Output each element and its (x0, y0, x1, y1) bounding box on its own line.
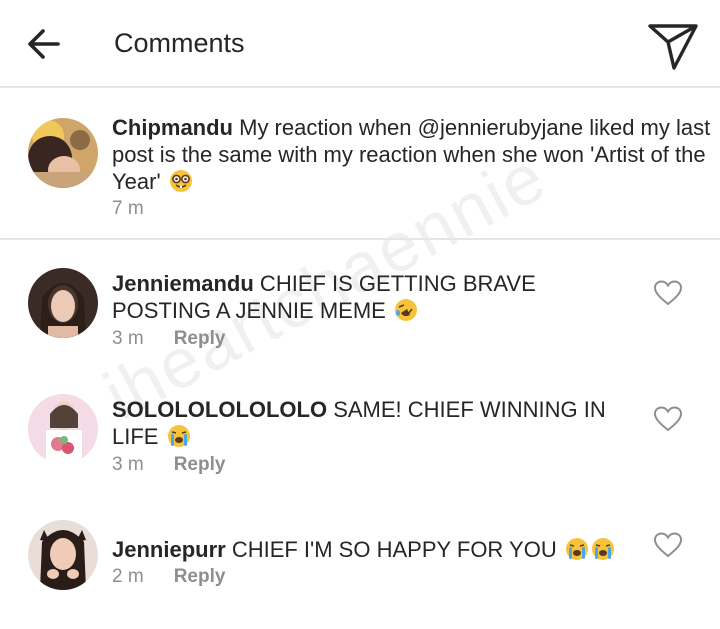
paper-plane-icon[interactable] (646, 18, 700, 72)
comment-username[interactable]: Jenniepurr (112, 537, 226, 562)
comment-username[interactable]: SOLOLOLOLOLOLO (112, 397, 327, 422)
reply-button[interactable]: Reply (174, 328, 226, 349)
comment-time: 2 m (112, 566, 144, 587)
heart-icon[interactable] (654, 532, 682, 558)
nerd-face-emoji-icon (169, 169, 193, 193)
loudly-crying-emoji-icon (167, 424, 191, 448)
loudly-crying-emoji-icon (591, 537, 615, 561)
avatar[interactable] (28, 394, 98, 464)
caption-time: 7 m (112, 198, 144, 219)
comment-body: CHIEF I'M SO HAPPY FOR YOU (225, 537, 563, 562)
comment-username[interactable]: Jenniemandu (112, 271, 254, 296)
comment-text: Jenniemandu CHIEF IS GETTING BRAVE POSTI… (112, 270, 632, 324)
comment-time: 3 m (112, 328, 144, 349)
avatar[interactable] (28, 118, 98, 188)
loudly-crying-emoji-icon (565, 537, 589, 561)
avatar[interactable] (28, 520, 98, 590)
caption-username[interactable]: Chipmandu (112, 115, 233, 140)
heart-icon[interactable] (654, 280, 682, 306)
comment-text: Jenniepurr CHIEF I'M SO HAPPY FOR YOU (112, 536, 632, 563)
arrow-left-icon[interactable] (26, 26, 62, 62)
reply-button[interactable]: Reply (174, 566, 226, 587)
comment-meta: 3 m Reply (112, 454, 225, 476)
comment-meta: 2 m Reply (112, 566, 225, 588)
avatar[interactable] (28, 268, 98, 338)
caption-section: Chipmandu My reaction when @jennierubyja… (0, 90, 720, 240)
heart-icon[interactable] (654, 406, 682, 432)
reply-button[interactable]: Reply (174, 454, 226, 475)
rolling-laughing-emoji-icon (394, 298, 418, 322)
comments-header: Comments (0, 0, 720, 88)
comment-text: SOLOLOLOLOLOLO SAME! CHIEF WINNING IN LI… (112, 396, 632, 450)
comment-time: 3 m (112, 454, 144, 475)
comment-meta: 3 m Reply (112, 328, 225, 350)
page-title: Comments (114, 28, 245, 58)
caption-text: Chipmandu My reaction when @jennierubyja… (112, 114, 712, 195)
